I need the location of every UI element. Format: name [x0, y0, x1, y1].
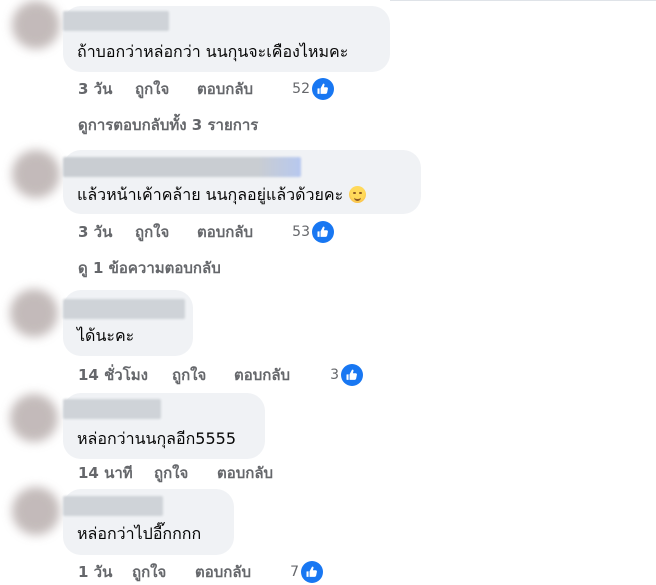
comment-actions: 1 วัน ถูกใจ ตอบกลับ 7	[78, 561, 328, 583]
avatar[interactable]	[12, 487, 60, 535]
smiling-face-emoji-icon	[349, 186, 367, 203]
reaction-summary[interactable]: 53	[292, 221, 334, 245]
like-button[interactable]: ถูกใจ	[135, 78, 169, 100]
reaction-count: 3	[330, 367, 339, 383]
reply-button[interactable]: ตอบกลับ	[217, 462, 273, 484]
comment-bubble: ถ้าบอกว่าหล่อกว่า นนกุนจะเคืองไหมคะ	[63, 6, 390, 72]
comment-time-link[interactable]: 14 ชั่วโมง	[78, 364, 148, 386]
like-button[interactable]: ถูกใจ	[132, 561, 166, 583]
reply-button[interactable]: ตอบกลับ	[197, 221, 253, 243]
like-button[interactable]: ถูกใจ	[172, 364, 206, 386]
comment-text: หล่อกว่านนกุลอีก5555	[77, 429, 236, 448]
comment-time-link[interactable]: 3 วัน	[78, 78, 112, 100]
avatar[interactable]	[12, 1, 60, 49]
reaction-count: 53	[292, 224, 310, 240]
blurred-author-name[interactable]	[63, 11, 169, 31]
like-button[interactable]: ถูกใจ	[135, 221, 169, 243]
avatar[interactable]	[10, 394, 58, 442]
blurred-author-name[interactable]	[63, 157, 301, 177]
blurred-author-name[interactable]	[63, 496, 163, 516]
comment-time-link[interactable]: 3 วัน	[78, 221, 112, 243]
comment-actions: 14 ชั่วโมง ถูกใจ ตอบกลับ 3	[78, 364, 364, 386]
comment-actions: 3 วัน ถูกใจ ตอบกลับ 52	[78, 78, 338, 100]
like-icon	[301, 561, 323, 583]
top-divider	[390, 0, 656, 1]
reaction-summary[interactable]: 3	[323, 364, 363, 388]
reaction-summary[interactable]: 7	[285, 561, 323, 585]
like-button[interactable]: ถูกใจ	[154, 462, 188, 484]
comment-bubble: หล่อกว่าไปอี๊กกกก	[63, 489, 234, 555]
like-icon	[341, 364, 363, 386]
comment-text-content: แล้วหน้าเค้าคล้าย นนกุลอยู่แล้วด้วยคะ	[77, 185, 344, 204]
comment-text: ได้นะคะ	[77, 326, 135, 345]
like-icon	[312, 221, 334, 243]
blurred-author-name[interactable]	[63, 399, 161, 419]
comment-time-link[interactable]: 1 วัน	[78, 561, 112, 583]
comment-time-link[interactable]: 14 นาที	[78, 462, 133, 484]
view-replies-link[interactable]: ดูการตอบกลับทั้ง 3 รายการ	[78, 114, 258, 136]
reply-button[interactable]: ตอบกลับ	[195, 561, 251, 583]
comment-text: แล้วหน้าเค้าคล้าย นนกุลอยู่แล้วด้วยคะ	[77, 185, 367, 205]
reply-button[interactable]: ตอบกลับ	[197, 78, 253, 100]
comment-actions: 14 นาที ถูกใจ ตอบกลับ	[78, 462, 298, 484]
reaction-summary[interactable]: 52	[292, 78, 334, 102]
reply-button[interactable]: ตอบกลับ	[234, 364, 290, 386]
comment-bubble: ได้นะคะ	[63, 290, 193, 356]
comment-bubble: แล้วหน้าเค้าคล้าย นนกุลอยู่แล้วด้วยคะ	[63, 150, 421, 214]
comment-text: ถ้าบอกว่าหล่อกว่า นนกุนจะเคืองไหมคะ	[77, 42, 349, 61]
comment-actions: 3 วัน ถูกใจ ตอบกลับ 53	[78, 221, 338, 243]
blurred-author-name[interactable]	[63, 299, 185, 319]
comment-text: หล่อกว่าไปอี๊กกกก	[77, 524, 202, 543]
avatar[interactable]	[10, 289, 58, 337]
reaction-count: 7	[290, 564, 299, 580]
avatar[interactable]	[12, 150, 60, 198]
comment-bubble: หล่อกว่านนกุลอีก5555	[63, 393, 265, 459]
view-replies-link[interactable]: ดู 1 ข้อความตอบกลับ	[78, 257, 221, 279]
like-icon	[312, 78, 334, 100]
reaction-count: 52	[292, 81, 310, 97]
